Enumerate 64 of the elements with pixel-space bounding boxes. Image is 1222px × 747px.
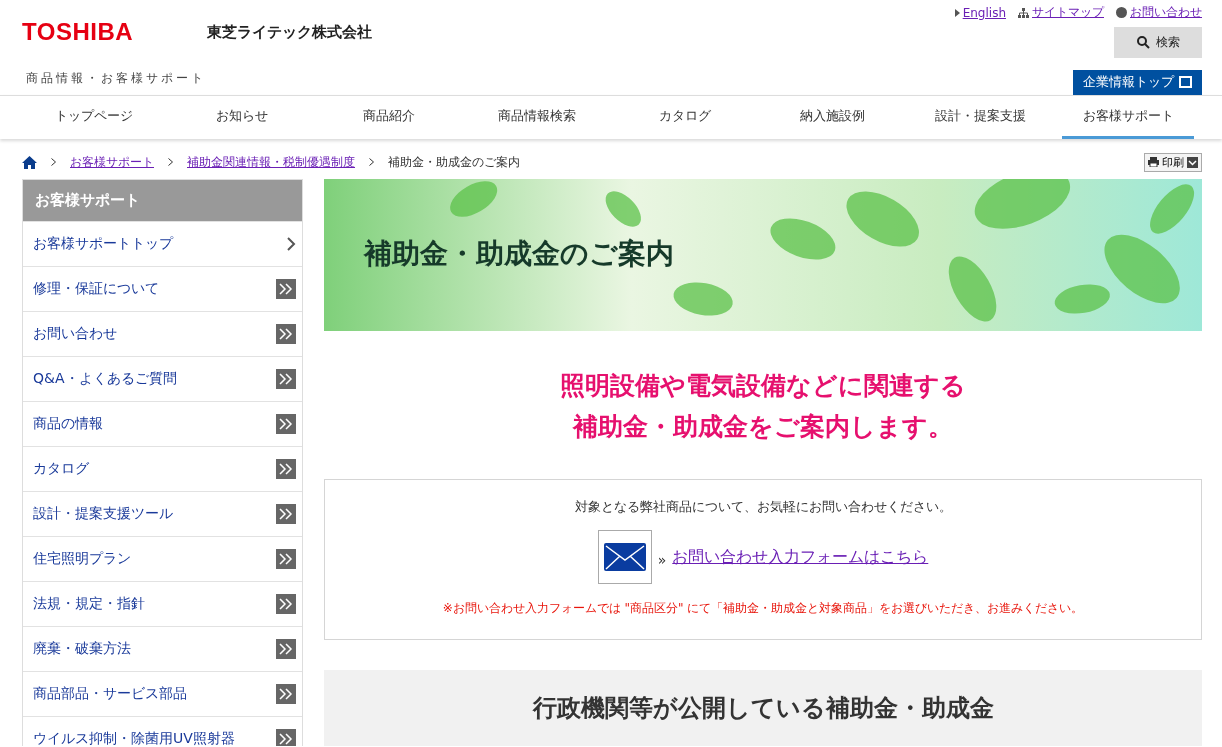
sidebar-item[interactable]: カタログ bbox=[23, 446, 302, 491]
home-icon[interactable] bbox=[22, 155, 37, 169]
breadcrumb-link[interactable]: 補助金関連情報・税制優遇制度 bbox=[187, 153, 355, 171]
search-icon bbox=[1136, 35, 1150, 49]
sidebar-title: お客様サポート bbox=[23, 180, 302, 221]
double-chevron-icon bbox=[276, 504, 296, 524]
logo[interactable]: TOSHIBA bbox=[22, 18, 134, 46]
utility-link[interactable]: サイトマップ bbox=[1018, 4, 1104, 21]
link-marker: » bbox=[657, 552, 667, 568]
double-chevron-icon bbox=[276, 639, 296, 659]
double-chevron-icon bbox=[276, 279, 296, 299]
breadcrumb-link[interactable]: お客様サポート bbox=[70, 153, 154, 171]
section-title: 行政機関等が公開している補助金・助成金 bbox=[532, 693, 994, 724]
double-chevron-icon bbox=[276, 414, 296, 434]
double-chevron-icon bbox=[276, 684, 296, 704]
contact-form-link[interactable]: お問い合わせ入力フォームはこちら bbox=[672, 546, 929, 568]
nav-tab[interactable]: トップページ bbox=[27, 96, 160, 139]
sidebar-item[interactable]: 廃棄・破棄方法 bbox=[23, 626, 302, 671]
utility-link[interactable]: English bbox=[954, 4, 1006, 21]
utility-link[interactable]: お問い合わせ bbox=[1116, 4, 1202, 21]
sidebar-item[interactable]: 商品部品・サービス部品 bbox=[23, 671, 302, 716]
nav-tab[interactable]: 設計・提案支援 bbox=[914, 96, 1047, 139]
site-tagline: 商品情報・お客様サポート bbox=[26, 70, 207, 87]
dropdown-icon bbox=[1187, 156, 1198, 168]
nav-tab[interactable]: 商品紹介 bbox=[323, 96, 456, 139]
chevron-right-icon bbox=[369, 158, 374, 166]
sidebar-item[interactable]: 住宅照明プラン bbox=[23, 536, 302, 581]
corporate-top-button[interactable]: 企業情報トップ bbox=[1073, 69, 1202, 95]
contact-intro: 対象となる弊社商品について、お気軽にお問い合わせください。 bbox=[574, 498, 952, 516]
sidebar-item[interactable]: 設計・提案支援ツール bbox=[23, 491, 302, 536]
sidebar-item[interactable]: 法規・規定・指針 bbox=[23, 581, 302, 626]
company-name: 東芝ライテック株式会社 bbox=[207, 22, 373, 42]
nav-tab[interactable]: お知らせ bbox=[175, 96, 308, 139]
banner-title: 補助金・助成金のご案内 bbox=[364, 236, 674, 272]
double-chevron-icon bbox=[276, 369, 296, 389]
nav-tab[interactable]: 納入施設例 bbox=[766, 96, 899, 139]
sidebar-item[interactable]: 商品の情報 bbox=[23, 401, 302, 446]
sidebar-item[interactable]: Q&A・よくあるご質問 bbox=[23, 356, 302, 401]
nav-tab[interactable]: 商品情報検索 bbox=[471, 96, 604, 139]
print-button[interactable]: 印刷 bbox=[1144, 152, 1202, 172]
chevron-right-icon bbox=[168, 158, 173, 166]
sidebar-item[interactable]: 修理・保証について bbox=[23, 266, 302, 311]
double-chevron-icon bbox=[276, 549, 296, 569]
lead-text: 補助金・助成金をご案内します。 bbox=[573, 411, 953, 443]
caret-icon bbox=[954, 8, 960, 17]
double-chevron-icon bbox=[276, 729, 296, 746]
double-chevron-icon bbox=[276, 324, 296, 344]
nav-tab[interactable]: お客様サポート bbox=[1062, 96, 1195, 139]
chevron-right-icon bbox=[51, 158, 56, 166]
contact-note: ※お問い合わせ入力フォームでは "商品区分" にて「補助金・助成金と対象商品」をお選びいただき、お進みください。 bbox=[442, 600, 1084, 617]
double-chevron-icon bbox=[276, 594, 296, 614]
breadcrumb-current: 補助金・助成金のご案内 bbox=[388, 153, 520, 171]
sidebar-item[interactable]: お客様サポートトップ bbox=[23, 221, 302, 266]
double-chevron-icon bbox=[276, 459, 296, 479]
mail-icon[interactable] bbox=[597, 530, 652, 584]
sidebar-item[interactable]: ウイルス抑制・除菌用UV照射器 bbox=[23, 716, 302, 746]
window-icon bbox=[1179, 76, 1192, 89]
sidebar-item[interactable]: お問い合わせ bbox=[23, 311, 302, 356]
search-button[interactable]: 検索 bbox=[1114, 27, 1202, 58]
sitemap-icon bbox=[1018, 7, 1029, 18]
nav-tab[interactable]: カタログ bbox=[618, 96, 751, 139]
printer-icon bbox=[1148, 157, 1159, 167]
chevron-right-icon bbox=[287, 237, 296, 251]
lead-text: 照明設備や電気設備などに関連する bbox=[560, 370, 966, 402]
